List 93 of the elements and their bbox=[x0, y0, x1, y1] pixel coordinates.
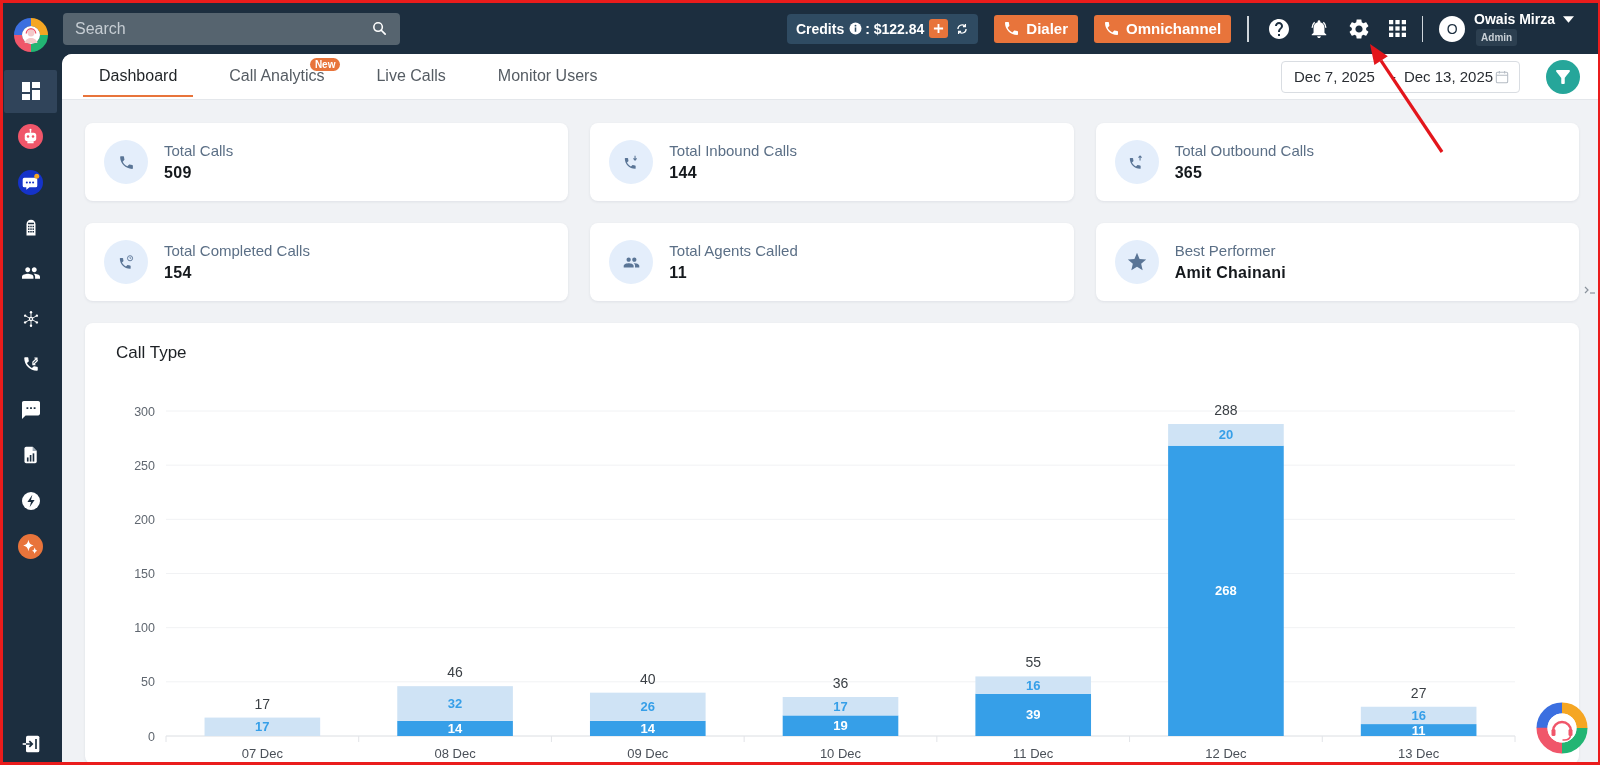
headset-logo-button[interactable] bbox=[1536, 702, 1588, 754]
terminal-icon[interactable] bbox=[1584, 286, 1596, 294]
stat-value: 144 bbox=[669, 164, 698, 182]
stat-value: 509 bbox=[164, 164, 193, 182]
data-label: 17 bbox=[255, 719, 270, 735]
message-icon bbox=[21, 400, 40, 419]
data-label: 39 bbox=[1026, 707, 1041, 723]
people-icon bbox=[609, 240, 654, 284]
data-label: 20 bbox=[1218, 427, 1234, 443]
y-tick-label: 300 bbox=[134, 404, 155, 419]
search-icon[interactable] bbox=[371, 20, 388, 37]
x-tick-label: 07 Dec bbox=[241, 746, 283, 761]
stat-label: Total Completed Calls bbox=[164, 242, 310, 259]
tab[interactable]: Live Calls bbox=[360, 54, 462, 97]
data-label: 17 bbox=[833, 698, 848, 714]
nav-button[interactable] bbox=[4, 70, 57, 113]
stat-label: Total Agents Called bbox=[669, 242, 798, 259]
data-label: 16 bbox=[1411, 707, 1426, 723]
x-tick-label: 12 Dec bbox=[1205, 746, 1247, 761]
x-tick-label: 09 Dec bbox=[627, 746, 669, 761]
stat-value: 154 bbox=[164, 264, 193, 282]
settings-icon[interactable] bbox=[1348, 18, 1369, 39]
chart-title: Call Type bbox=[116, 342, 187, 364]
y-tick-label: 50 bbox=[141, 675, 155, 690]
data-label: 16 bbox=[1026, 677, 1041, 693]
hub-icon bbox=[21, 309, 40, 328]
user-name[interactable]: Owais Mirza bbox=[1474, 11, 1555, 27]
help-icon[interactable] bbox=[1268, 18, 1289, 39]
info-icon[interactable] bbox=[849, 22, 863, 35]
total-label: 40 bbox=[640, 670, 656, 687]
y-tick-label: 200 bbox=[134, 512, 155, 527]
x-tick-label: 08 Dec bbox=[434, 746, 476, 761]
bolt-icon bbox=[21, 491, 40, 510]
phone-icon bbox=[104, 140, 148, 184]
report-icon bbox=[21, 446, 40, 465]
user-avatar[interactable]: O bbox=[1439, 15, 1466, 42]
logout-icon[interactable] bbox=[21, 734, 41, 754]
end-date-input[interactable]: Dec 13, 2025 bbox=[1403, 68, 1494, 85]
caret-icon[interactable] bbox=[1563, 15, 1574, 23]
dashboard-icon bbox=[21, 82, 40, 101]
stat-label: Total Inbound Calls bbox=[669, 142, 797, 159]
total-label: 17 bbox=[254, 695, 271, 712]
y-tick-label: 0 bbox=[148, 729, 155, 744]
total-label: 36 bbox=[832, 675, 849, 691]
tab[interactable]: Dashboard bbox=[83, 54, 194, 97]
data-label: 19 bbox=[833, 718, 848, 734]
date-separator: - bbox=[1390, 68, 1396, 85]
refresh-icon[interactable] bbox=[955, 21, 970, 36]
stat-value: Amit Chainani bbox=[1174, 264, 1287, 282]
stat-value: 365 bbox=[1174, 164, 1204, 182]
phone-icon bbox=[1105, 22, 1119, 35]
robot-icon bbox=[18, 124, 43, 150]
phone-icon bbox=[1005, 22, 1019, 35]
total-label: 46 bbox=[447, 664, 463, 681]
stat-label: Total Outbound Calls bbox=[1174, 142, 1314, 159]
total-label: 288 bbox=[1214, 402, 1238, 418]
total-label: 27 bbox=[1410, 684, 1427, 701]
start-date-input[interactable]: Dec 7, 2025 bbox=[1294, 68, 1375, 85]
x-tick-label: 13 Dec bbox=[1398, 746, 1440, 761]
role-badge: Admin bbox=[1476, 29, 1518, 46]
x-tick-label: 11 Dec bbox=[1013, 746, 1054, 761]
data-label: 32 bbox=[447, 696, 463, 711]
y-tick-label: 150 bbox=[134, 567, 155, 581]
filter-icon bbox=[1556, 69, 1570, 84]
search-field[interactable]: Search bbox=[63, 12, 400, 45]
new-badge: New bbox=[309, 58, 341, 71]
credits-label: Credits bbox=[795, 20, 845, 37]
incoming-call-icon bbox=[609, 140, 654, 184]
total-label: 55 bbox=[1025, 654, 1041, 671]
phone-transfer-icon bbox=[21, 355, 40, 374]
filter-button[interactable] bbox=[1546, 59, 1580, 94]
apps-grid-icon[interactable] bbox=[1388, 20, 1406, 37]
stat-label: Total Calls bbox=[164, 142, 234, 159]
data-label: 26 bbox=[640, 699, 655, 715]
credits-amount: : $122.84 bbox=[865, 20, 925, 37]
data-label: 14 bbox=[640, 720, 655, 736]
bell-icon[interactable] bbox=[1308, 18, 1329, 39]
sparkle-icon bbox=[18, 533, 43, 559]
data-label: 14 bbox=[447, 720, 463, 736]
data-label: 11 bbox=[1411, 722, 1426, 738]
plus-icon bbox=[933, 23, 945, 34]
data-label: 268 bbox=[1215, 583, 1237, 599]
chat-icon bbox=[18, 169, 43, 195]
logo-icon[interactable] bbox=[14, 18, 48, 52]
tab[interactable]: Monitor Users bbox=[481, 54, 614, 97]
outgoing-call-icon bbox=[1114, 140, 1159, 184]
x-tick-label: 10 Dec bbox=[819, 746, 862, 761]
add-credits-button[interactable] bbox=[929, 19, 949, 38]
stat-value: 11 bbox=[669, 264, 688, 282]
y-tick-label: 100 bbox=[134, 621, 155, 636]
y-tick-label: 250 bbox=[134, 458, 155, 473]
phone-clock-icon bbox=[104, 240, 148, 284]
stat-label: Best Performer bbox=[1174, 242, 1277, 259]
